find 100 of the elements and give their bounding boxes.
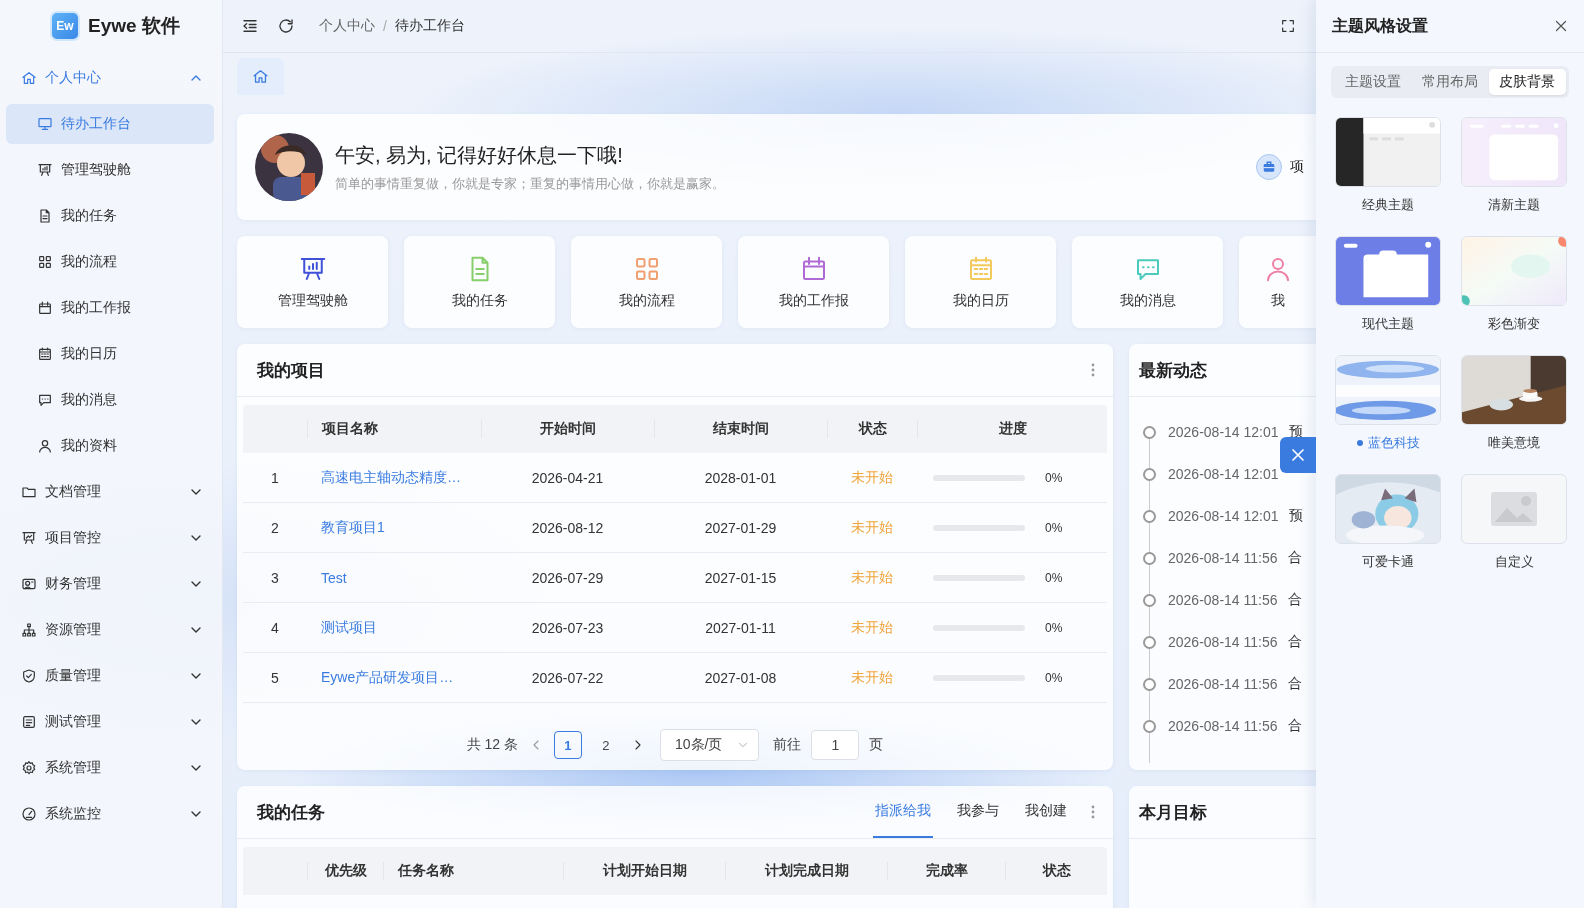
app-name: Eywe 软件 [88, 14, 180, 38]
progress-text: 0% [1045, 570, 1063, 585]
column-header: 状态 [1005, 862, 1107, 880]
card-title: 最新动态 [1139, 359, 1208, 382]
settings-tab[interactable]: 主题设置 [1334, 69, 1412, 95]
shortcut-card[interactable]: 我 [1239, 236, 1316, 328]
shortcut-label: 我的流程 [618, 292, 675, 310]
table-cell-text: 2027-01-29 [703, 519, 778, 536]
shortcut-label: 我的消息 [1119, 292, 1176, 310]
breadcrumb-item[interactable]: 待办工作台 [394, 17, 465, 35]
column-header: 任务名称 [383, 862, 563, 880]
menu-item[interactable]: 系统监控 [0, 791, 222, 837]
activity-time: 2026-08-14 12:01 [1168, 466, 1279, 482]
logo-mark: Ew [50, 11, 80, 41]
theme-label[interactable]: 清新主题 [1488, 196, 1540, 214]
shortcut-label: 管理驾驶舱 [277, 292, 348, 310]
shortcut-card[interactable]: 管理驾驶舱 [237, 236, 388, 328]
project-link[interactable]: 测试项目 [307, 618, 481, 637]
shortcut-card[interactable]: 我的工作报 [738, 236, 889, 328]
page-size-select[interactable]: 10条/页 [659, 729, 760, 761]
submenu-item[interactable]: 我的流程 [6, 242, 214, 282]
theme-label[interactable]: 蓝色科技 [1367, 434, 1420, 452]
theme-label[interactable]: 现代主题 [1362, 315, 1414, 333]
menu-item[interactable]: 系统管理 [0, 745, 222, 791]
row-number: 3 [270, 569, 280, 586]
goto-label: 前往 [773, 736, 802, 754]
activity-time: 2026-08-14 11:56 [1168, 634, 1278, 650]
submenu-item[interactable]: 管理驾驶舱 [6, 150, 214, 190]
project-link[interactable]: 高速电主轴动态精度… [307, 468, 481, 487]
shortcut-label: 我的工作报 [778, 292, 849, 310]
activity-text: 合 [1287, 591, 1302, 609]
activity-time: 2026-08-14 11:56 [1168, 550, 1278, 566]
shortcut-label: 我的任务 [451, 292, 508, 310]
table-cell-text: 2026-07-23 [530, 619, 605, 636]
column-header: 完成率 [887, 862, 1005, 880]
activity-text: 合 [1287, 633, 1302, 651]
task-tab[interactable]: 我参与 [955, 786, 1001, 838]
column-header: 计划开始日期 [563, 862, 725, 880]
shortcut-card[interactable]: 我的任务 [404, 236, 555, 328]
row-number: 5 [270, 669, 280, 686]
activity-text: 合 [1287, 717, 1302, 735]
menu-item[interactable]: 资源管理 [0, 607, 222, 653]
theme-label[interactable]: 彩色渐变 [1488, 315, 1540, 333]
project-link[interactable]: Test [307, 569, 481, 586]
activity-time: 2026-08-14 11:56 [1168, 592, 1278, 608]
menu-item[interactable]: 测试管理 [0, 699, 222, 745]
table-cell-text: 2026-07-29 [530, 569, 605, 586]
settings-tab[interactable]: 常用布局 [1411, 69, 1489, 95]
shortcut-label: 我的日历 [952, 292, 1009, 310]
column-header: 状态 [827, 420, 917, 438]
settings-tab[interactable]: 皮肤背景 [1488, 69, 1566, 95]
breadcrumb-item[interactable]: 个人中心 [319, 17, 375, 35]
shortcut-card[interactable]: 我的日历 [905, 236, 1056, 328]
submenu-item[interactable]: 我的消息 [6, 380, 214, 420]
row-number: 2 [270, 519, 280, 536]
motto-text: 简单的事情重复做，你就是专家；重复的事情用心做，你就是赢家。 [335, 174, 726, 193]
page-button[interactable]: 2 [591, 731, 620, 759]
table-cell-text: 2028-01-01 [703, 469, 778, 486]
menu-item[interactable]: 文档管理 [0, 469, 222, 515]
activity-time: 2026-08-14 12:01 [1168, 508, 1279, 524]
card-title: 我的任务 [257, 801, 326, 824]
table-cell-text: 2027-01-11 [704, 619, 777, 636]
row-number: 4 [270, 619, 280, 636]
table-cell-text: 2027-01-15 [703, 569, 778, 586]
activity-time: 2026-08-14 11:56 [1168, 718, 1278, 734]
card-title: 本月目标 [1139, 801, 1208, 824]
submenu-item[interactable]: 我的工作报 [6, 288, 214, 328]
theme-label[interactable]: 唯美意境 [1488, 434, 1540, 452]
submenu-item[interactable]: 我的任务 [6, 196, 214, 236]
submenu-item[interactable]: 我的日历 [6, 334, 214, 374]
table-cell-text: 2027-01-08 [703, 669, 778, 686]
project-link[interactable]: 教育项目1 [307, 518, 481, 537]
page-suffix: 页 [869, 736, 884, 754]
page-number-field[interactable]: 1 [811, 730, 860, 760]
column-header: 进度 [917, 420, 1107, 438]
total-count: 共 12 条 [466, 736, 518, 754]
column-header: 开始时间 [481, 420, 654, 438]
progress-text: 0% [1045, 620, 1063, 635]
task-tab[interactable]: 我创建 [1023, 786, 1069, 838]
progress-text: 0% [1045, 520, 1063, 535]
stat-label: 项 [1290, 158, 1304, 176]
menu-item[interactable]: 个人中心 [0, 55, 222, 101]
column-header: 结束时间 [654, 420, 827, 438]
shortcut-card[interactable]: 我的流程 [571, 236, 722, 328]
activity-text: 预 [1288, 507, 1303, 525]
shortcut-card[interactable]: 我的消息 [1072, 236, 1223, 328]
submenu-item[interactable]: 我的资料 [6, 426, 214, 466]
menu-item[interactable]: 财务管理 [0, 561, 222, 607]
menu-item[interactable]: 质量管理 [0, 653, 222, 699]
theme-label[interactable]: 可爱卡通 [1362, 553, 1414, 571]
table-cell-text: 2026-04-21 [530, 469, 605, 486]
status-text: 未开始 [850, 568, 894, 587]
theme-label[interactable]: 经典主题 [1362, 196, 1414, 214]
theme-label[interactable]: 自定义 [1494, 553, 1534, 571]
project-link[interactable]: Eywe产品研发项目… [307, 668, 481, 687]
task-tab[interactable]: 指派给我 [873, 786, 933, 838]
status-text: 未开始 [850, 518, 894, 537]
menu-item[interactable]: 项目管控 [0, 515, 222, 561]
page-button[interactable]: 1 [553, 731, 582, 759]
table-cell-text: 2026-07-22 [530, 669, 605, 686]
